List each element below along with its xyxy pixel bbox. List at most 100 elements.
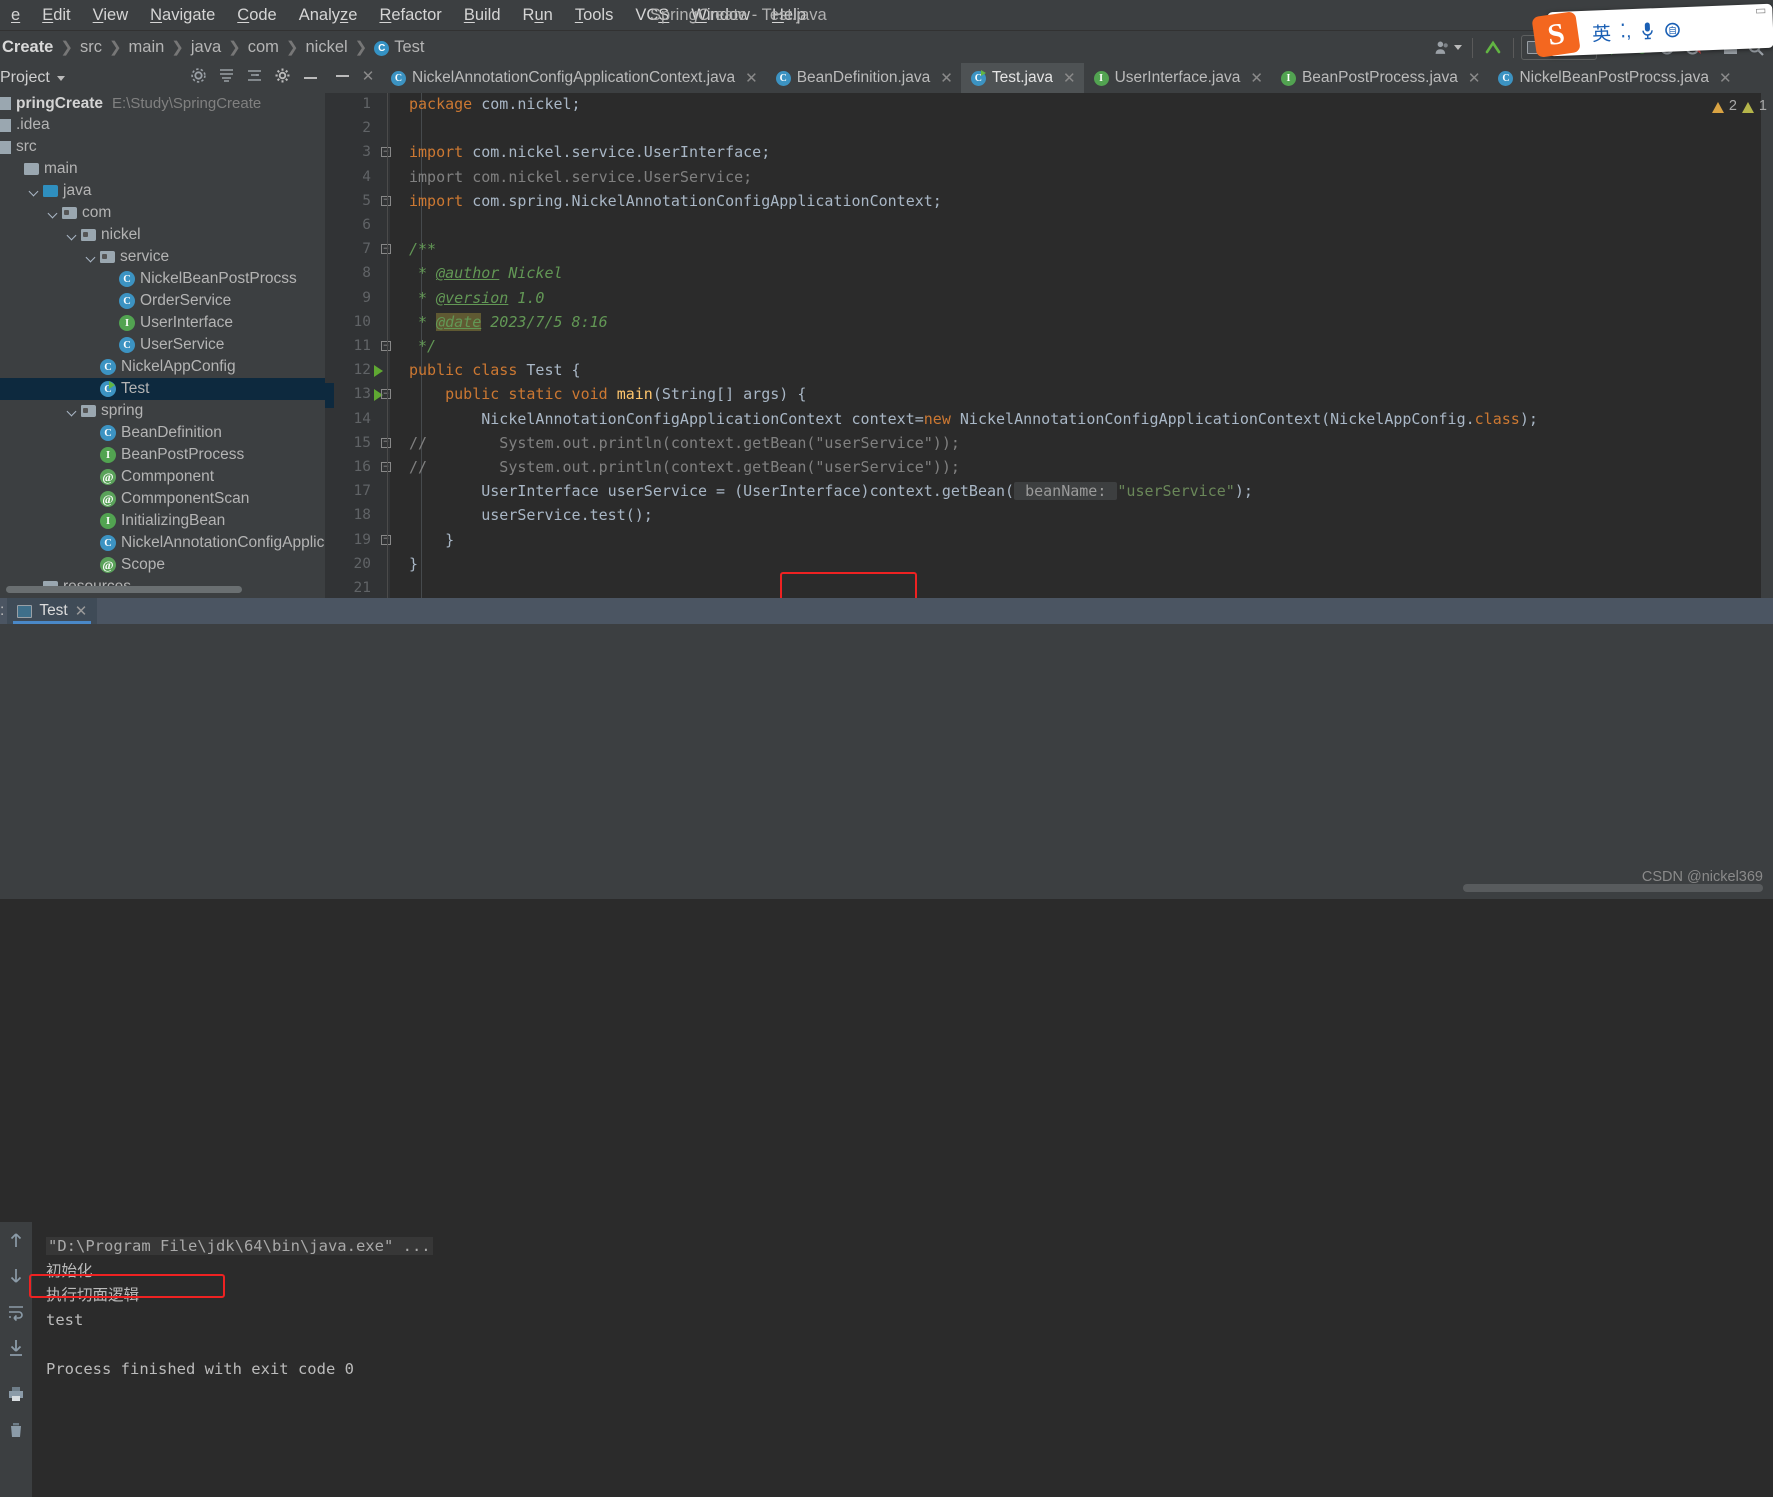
tree-item-userservice[interactable]: C UserService [0,334,325,356]
chevron-down-icon[interactable] [67,406,78,417]
tree-item-nickelannotationconfigapplicatio[interactable]: C NickelAnnotationConfigApplicatio [0,532,325,554]
menu-item-file-partial[interactable]: e [0,0,31,30]
code-line-3[interactable]: import com.nickel.service.UserInterface; [409,141,770,163]
update-project-icon[interactable] [1480,35,1506,61]
tree-item-scope[interactable]: @ Scope [0,554,325,576]
print-icon[interactable] [5,1383,27,1405]
editor-tab-test[interactable]: C Test.java ✕ [960,63,1084,93]
menu-item-build[interactable]: Build [453,0,512,30]
keyboard-icon[interactable]: 自 [1664,21,1682,39]
tree-item-java[interactable]: java [0,180,325,202]
code-editor[interactable]: − − − − − − − − 1 2 3 4 5 6 7 8 9 10 11 12 13 14 15 16 17 18 19 20… [325,93,1773,598]
fold-marker-icon[interactable]: − [381,534,391,545]
editor-tab-userinterface[interactable]: I UserInterface.java ✕ [1084,63,1271,93]
code-line-13[interactable]: public static void main(String[] args) { [409,383,806,405]
fold-marker-icon[interactable]: − [381,147,391,158]
code-line-18[interactable]: userService.test(); [409,504,653,526]
soft-wrap-icon[interactable] [5,1301,27,1323]
tree-item-initializingbean[interactable]: I InitializingBean [0,510,325,532]
close-tab-icon[interactable]: ✕ [1250,69,1263,87]
mic-icon[interactable] [1640,20,1656,41]
tree-item-commponentscan[interactable]: @ CommponentScan [0,488,325,510]
gear-icon[interactable] [274,67,291,89]
scrollbar-thumb[interactable] [6,586,242,593]
scroll-up-icon[interactable] [5,1229,27,1251]
code-line-19[interactable]: } [409,529,454,551]
code-line-17[interactable]: UserInterface userService = (UserInterfa… [409,480,1253,502]
editor-tab-nickelannotationconfigapplicationcontext[interactable]: C NickelAnnotationConfigApplicationContex… [381,63,766,93]
code-line-8[interactable]: * @author Nickel [409,262,563,284]
close-tab-icon[interactable]: ✕ [940,69,953,87]
project-panel-title[interactable]: Project [0,69,50,87]
ime-mode-label[interactable]: 英 [1592,18,1612,46]
menu-item-tools[interactable]: Tools [564,0,625,30]
menu-item-run[interactable]: Run [512,0,564,30]
hide-icon[interactable] [302,69,319,87]
expand-all-icon[interactable] [246,67,263,89]
close-tab-icon[interactable]: ✕ [745,69,758,87]
collapse-all-icon[interactable] [218,67,235,89]
fold-marker-icon[interactable]: − [381,341,391,351]
ime-minimize-icon[interactable]: ▭ [1755,3,1767,17]
tree-item-test[interactable]: C Test [0,378,325,400]
chevron-down-icon[interactable] [29,186,40,197]
editor-tab-nickelbeanpostprocss[interactable]: C NickelBeanPostProcss.java ✕ [1488,63,1739,93]
scroll-down-icon[interactable] [5,1265,27,1287]
run-tab-test[interactable]: Test ✕ [7,598,98,624]
sogou-logo-icon[interactable]: S [1531,11,1581,58]
editor-tabs-hide-icon[interactable] [329,63,355,89]
tree-item-spring[interactable]: spring [0,400,325,422]
code-line-7[interactable]: /** [409,238,436,260]
code-line-11[interactable]: */ [409,335,436,357]
breadcrumb-item-main[interactable]: main [129,38,165,57]
tree-item-commponent[interactable]: @ Commponent [0,466,325,488]
code-line-10[interactable]: * @date 2023/7/5 8:16 [409,311,608,333]
menu-item-edit[interactable]: Edit [31,0,81,30]
editor-tab-bar[interactable]: ✕ C NickelAnnotationConfigApplicationCont… [325,63,1773,93]
menu-item-refactor[interactable]: Refactor [368,0,452,30]
console-hscrollbar[interactable] [1463,884,1763,892]
tree-item-orderservice[interactable]: C OrderService [0,290,325,312]
editor-tab-beandefinition[interactable]: C BeanDefinition.java ✕ [766,63,961,93]
breadcrumb-item-java[interactable]: java [191,38,221,57]
project-root-row[interactable]: pringCreate E:\Study\SpringCreate [0,93,325,114]
chevron-down-icon[interactable] [86,252,97,263]
tree-item-main[interactable]: main [0,158,325,180]
close-icon[interactable]: ✕ [75,602,88,620]
breadcrumb-item-nickel[interactable]: nickel [305,38,347,57]
tree-item-nickelappconfig[interactable]: C NickelAppConfig [0,356,325,378]
project-tree[interactable]: pringCreate E:\Study\SpringCreate .idea src… [0,93,325,598]
code-line-20[interactable]: } [409,553,418,575]
code-line-14[interactable]: NickelAnnotationConfigApplicationContext… [409,408,1538,430]
close-tab-icon[interactable]: ✕ [1063,69,1076,87]
run-panel-gutter[interactable] [0,1222,32,1497]
close-tab-icon[interactable]: ✕ [1719,69,1732,87]
tree-item-.idea[interactable]: .idea [0,114,325,136]
chevron-down-icon[interactable] [56,75,65,81]
user-icon[interactable] [1431,35,1465,61]
tree-item-beandefinition[interactable]: C BeanDefinition [0,422,325,444]
tree-item-service[interactable]: service [0,246,325,268]
project-tree-hscrollbar[interactable] [0,585,325,594]
tree-item-userinterface[interactable]: I UserInterface [0,312,325,334]
console-output[interactable]: "D:\Program File\jdk\64\bin\java.exe" ..… [32,1222,1773,1497]
gutter-run-icon[interactable] [374,365,383,378]
menu-item-analyze[interactable]: Analyze [288,0,369,30]
settings-gear-icon[interactable] [190,67,207,89]
fold-marker-icon[interactable]: − [381,195,391,206]
breadcrumb-item-src[interactable]: src [80,38,102,57]
code-line-9[interactable]: * @version 1.0 [409,287,544,309]
code-line-16[interactable]: // System.out.println(context.getBean("u… [409,456,960,478]
ime-floating-toolbar[interactable]: S 英 ⁚, 自 ▭ [1531,3,1773,58]
chevron-down-icon[interactable] [48,208,59,219]
code-line-12[interactable]: public class Test { [409,359,581,381]
fold-marker-icon[interactable]: − [381,389,391,400]
tree-item-src[interactable]: src [0,136,325,158]
breadcrumb-item-project[interactable]: Create [2,38,53,57]
breadcrumb-item-test[interactable]: Test [394,38,424,57]
menu-item-navigate[interactable]: Navigate [139,0,226,30]
menu-item-code[interactable]: Code [226,0,287,30]
close-tab-icon[interactable]: ✕ [1468,69,1481,87]
editor-close-icon[interactable]: ✕ [355,63,381,89]
code-line-4[interactable]: import com.nickel.service.UserService; [409,166,752,188]
